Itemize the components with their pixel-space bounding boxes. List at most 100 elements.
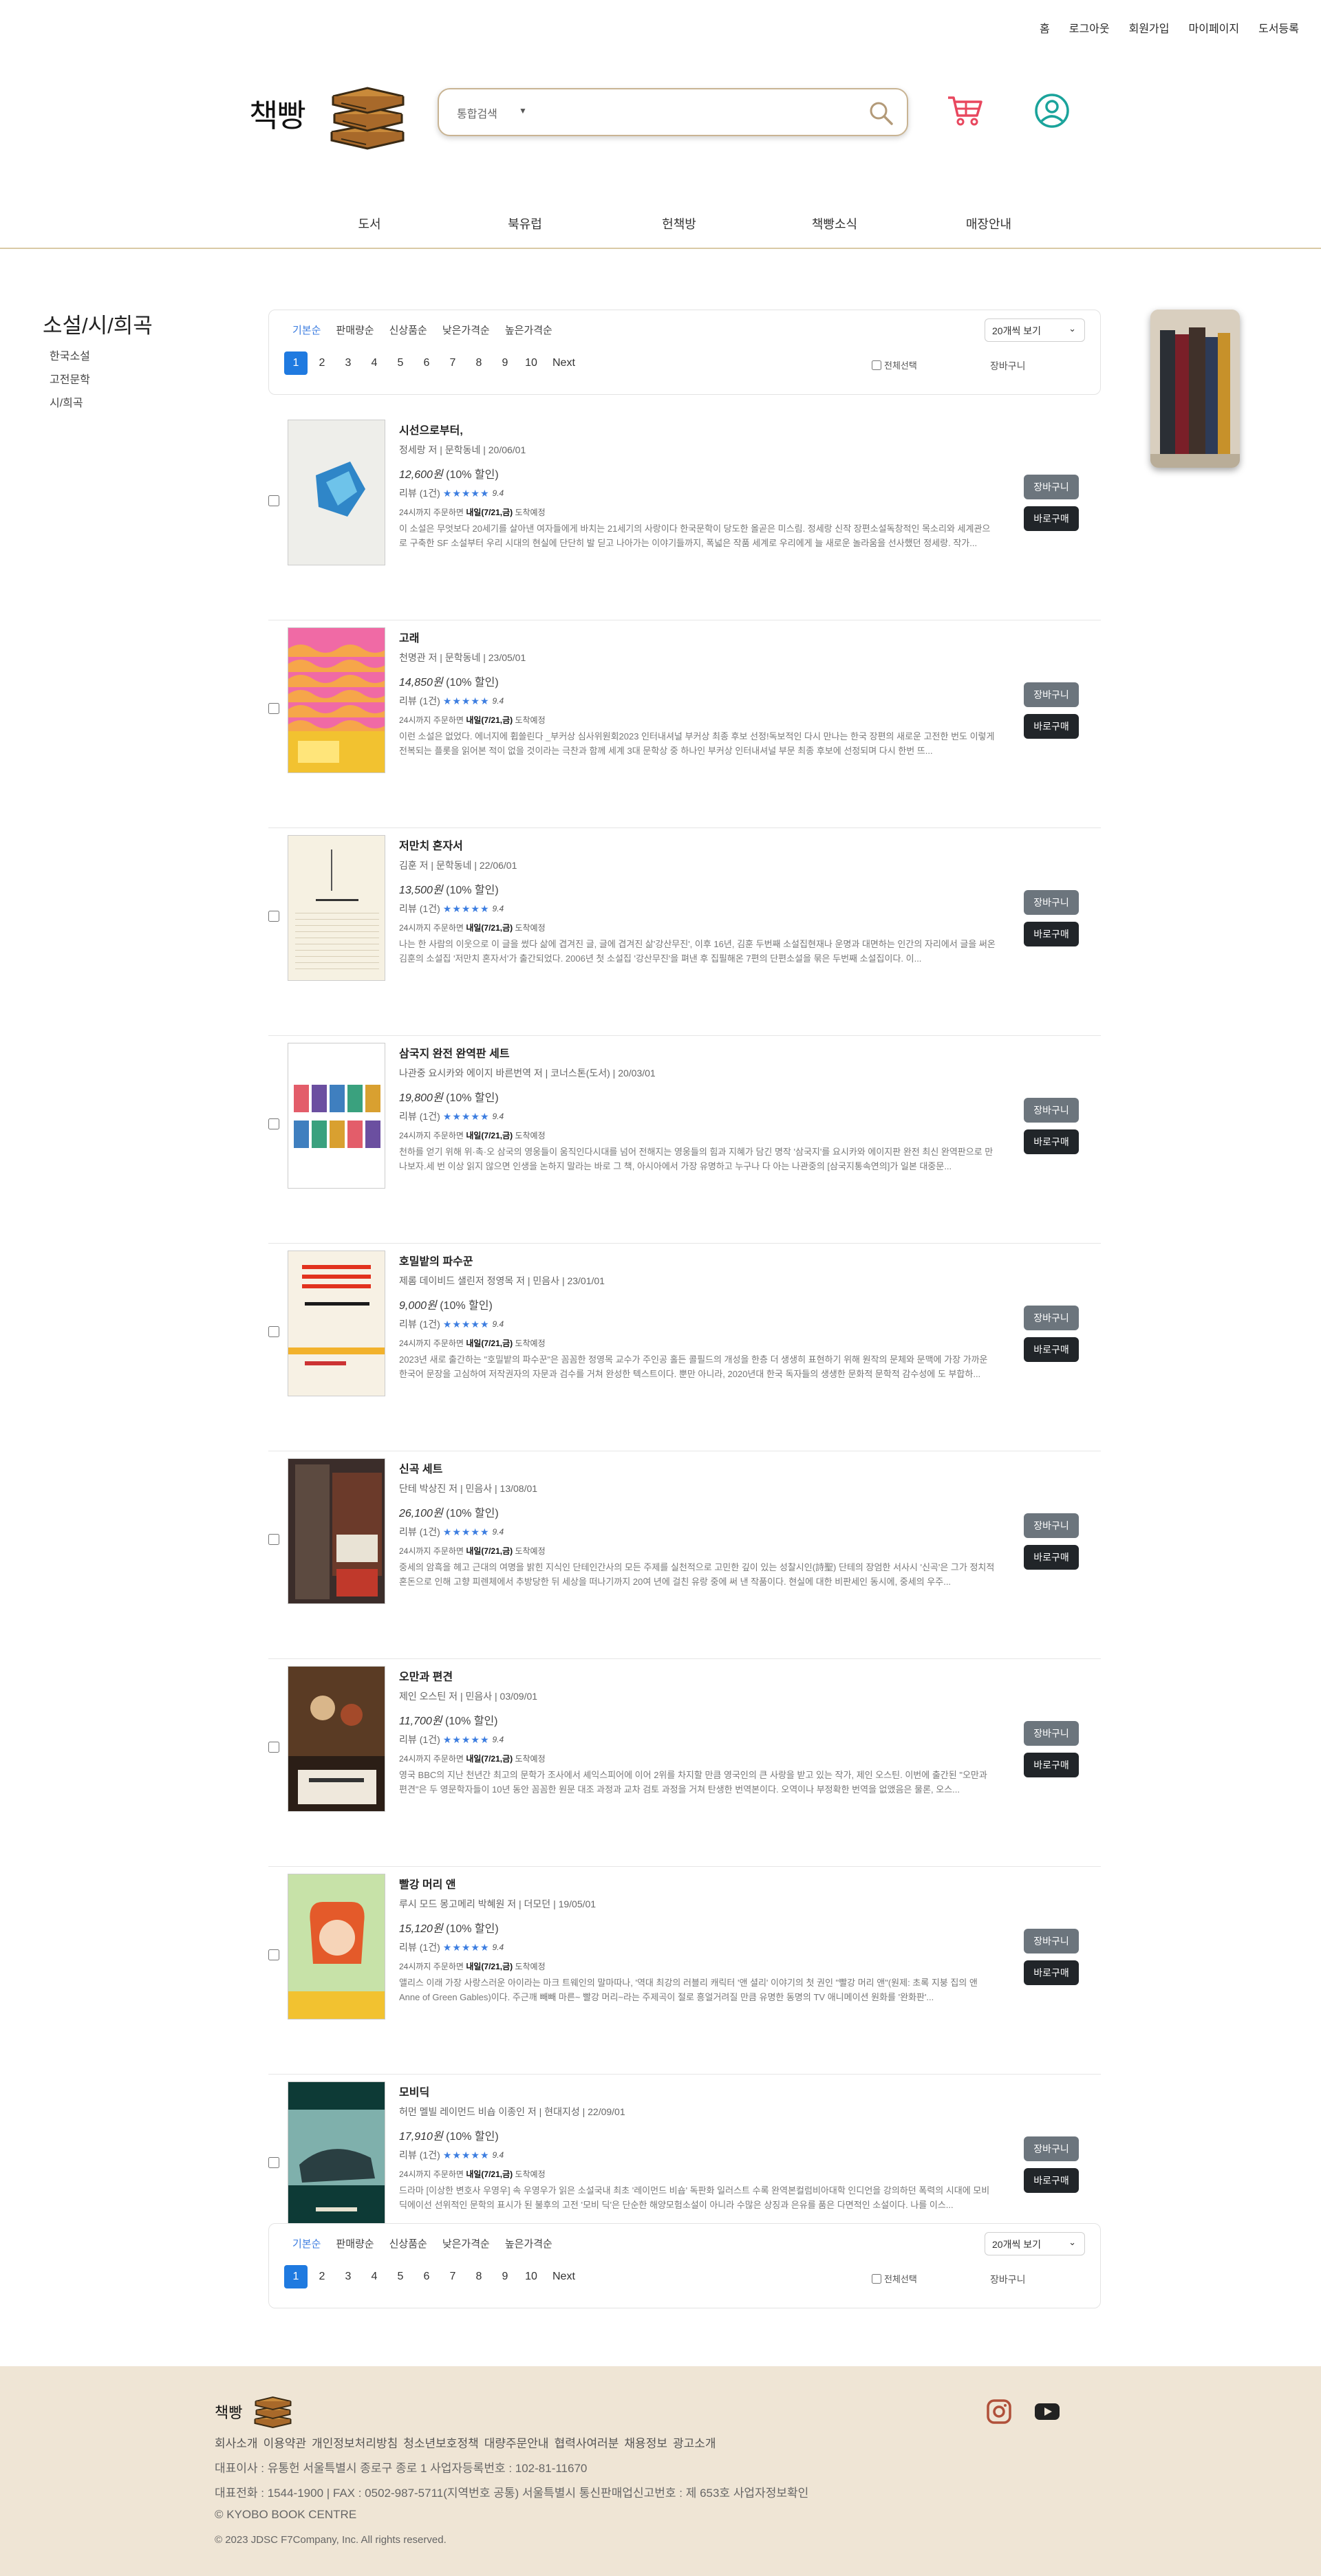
book-title[interactable]: 모비딕 (399, 2083, 429, 2099)
sort-option[interactable]: 신상품순 (389, 2236, 427, 2251)
page-link[interactable]: 5 (389, 351, 412, 375)
book-title[interactable]: 호밀밭의 파수꾼 (399, 1252, 473, 1268)
page-link[interactable]: 6 (415, 2265, 438, 2288)
page-link[interactable]: 8 (467, 351, 491, 375)
book-select-checkbox[interactable] (268, 2157, 279, 2168)
toolbar-cart-button[interactable]: 장바구니 (990, 359, 1026, 373)
page-link[interactable]: 10 (519, 2265, 543, 2288)
page-link[interactable]: 1 (284, 2265, 308, 2288)
book-review-summary[interactable]: 리뷰 (1건) ★★★★★ 9.4 (399, 694, 504, 708)
buy-now-button[interactable]: 바로구매 (1024, 506, 1079, 531)
search-category-select[interactable]: 통합검색 (457, 105, 497, 121)
add-to-cart-button[interactable]: 장바구니 (1024, 1929, 1079, 1953)
book-select-checkbox[interactable] (268, 1534, 279, 1545)
book-cover[interactable] (288, 627, 385, 773)
book-cover[interactable] (288, 1251, 385, 1396)
book-select-checkbox[interactable] (268, 495, 279, 506)
user-icon[interactable] (1033, 92, 1071, 129)
category-store-info[interactable]: 매장안내 (966, 215, 1011, 232)
book-title[interactable]: 신곡 세트 (399, 1460, 442, 1476)
page-link[interactable]: 4 (363, 2265, 386, 2288)
book-title[interactable]: 저만치 혼자서 (399, 836, 463, 853)
add-to-cart-button[interactable]: 장바구니 (1024, 890, 1079, 915)
add-to-cart-button[interactable]: 장바구니 (1024, 1721, 1079, 1746)
footer-link-company[interactable]: 회사소개 (215, 2434, 258, 2451)
cart-icon[interactable] (945, 91, 984, 129)
book-review-summary[interactable]: 리뷰 (1건) ★★★★★ 9.4 (399, 902, 504, 916)
chevron-down-icon[interactable]: ▼ (519, 106, 527, 116)
page-link[interactable]: 9 (493, 2265, 517, 2288)
toolbar-cart-button[interactable]: 장바구니 (990, 2273, 1026, 2286)
select-all-checkbox[interactable] (872, 360, 881, 370)
book-review-summary[interactable]: 리뷰 (1건) ★★★★★ 9.4 (399, 2148, 504, 2162)
instagram-icon[interactable] (985, 2398, 1013, 2425)
page-link[interactable]: 5 (389, 2265, 412, 2288)
buy-now-button[interactable]: 바로구매 (1024, 1129, 1079, 1154)
sidebar-item-korean-novel[interactable]: 한국소설 (50, 345, 90, 369)
add-to-cart-button[interactable]: 장바구니 (1024, 1306, 1079, 1330)
buy-now-button[interactable]: 바로구매 (1024, 922, 1079, 946)
next-page-link[interactable]: Next (546, 351, 582, 375)
search-icon[interactable] (867, 99, 894, 127)
sort-option[interactable]: 신상품순 (389, 323, 427, 337)
book-select-checkbox[interactable] (268, 703, 279, 714)
page-link[interactable]: 3 (336, 2265, 360, 2288)
page-link[interactable]: 10 (519, 351, 543, 375)
sort-option[interactable]: 낮은가격순 (442, 2236, 490, 2251)
add-to-cart-button[interactable]: 장바구니 (1024, 682, 1079, 707)
buy-now-button[interactable]: 바로구매 (1024, 1753, 1079, 1777)
book-cover[interactable] (288, 2081, 385, 2227)
search-input[interactable] (535, 100, 838, 125)
sort-option[interactable]: 판매량순 (336, 323, 374, 337)
book-review-summary[interactable]: 리뷰 (1건) ★★★★★ 9.4 (399, 1940, 504, 1954)
book-title[interactable]: 삼국지 완전 완역판 세트 (399, 1044, 510, 1061)
sidebar-item-poetry[interactable]: 시/희곡 (50, 392, 90, 415)
buy-now-button[interactable]: 바로구매 (1024, 1545, 1079, 1570)
category-news[interactable]: 책빵소식 (812, 215, 857, 232)
page-link[interactable]: 1 (284, 351, 308, 375)
footer-link-careers[interactable]: 채용정보 (624, 2434, 667, 2451)
sort-option[interactable]: 판매량순 (336, 2236, 374, 2251)
page-link[interactable]: 7 (441, 2265, 464, 2288)
page-link[interactable]: 2 (310, 2265, 334, 2288)
page-link[interactable]: 7 (441, 351, 464, 375)
nav-signup-link[interactable]: 회원가입 (1129, 19, 1170, 36)
book-cover[interactable] (288, 420, 385, 565)
book-select-checkbox[interactable] (268, 1326, 279, 1337)
add-to-cart-button[interactable]: 장바구니 (1024, 2136, 1079, 2161)
category-nordic[interactable]: 북유럽 (508, 215, 542, 232)
add-to-cart-button[interactable]: 장바구니 (1024, 1513, 1079, 1538)
add-to-cart-button[interactable]: 장바구니 (1024, 1098, 1079, 1123)
footer-link-partners[interactable]: 협력사여러분 (555, 2434, 619, 2451)
page-link[interactable]: 9 (493, 351, 517, 375)
footer-link-youth[interactable]: 청소년보호정책 (403, 2434, 478, 2451)
sort-option[interactable]: 높은가격순 (505, 323, 552, 337)
page-link[interactable]: 6 (415, 351, 438, 375)
select-all[interactable]: 전체선택 (872, 358, 917, 371)
buy-now-button[interactable]: 바로구매 (1024, 1337, 1079, 1362)
book-select-checkbox[interactable] (268, 911, 279, 922)
select-all[interactable]: 전체선택 (872, 2272, 917, 2285)
page-link[interactable]: 2 (310, 351, 334, 375)
book-review-summary[interactable]: 리뷰 (1건) ★★★★★ 9.4 (399, 1110, 504, 1123)
book-title[interactable]: 시선으로부터, (399, 421, 463, 437)
book-title[interactable]: 고래 (399, 629, 419, 645)
sort-option[interactable]: 낮은가격순 (442, 323, 490, 337)
book-review-summary[interactable]: 리뷰 (1건) ★★★★★ 9.4 (399, 1317, 504, 1331)
footer-link-terms[interactable]: 이용약관 (264, 2434, 307, 2451)
per-page-select[interactable]: 20개씩 보기 ⌄ (985, 318, 1085, 342)
book-select-checkbox[interactable] (268, 1742, 279, 1753)
nav-home-link[interactable]: 홈 (1040, 19, 1050, 36)
page-link[interactable]: 8 (467, 2265, 491, 2288)
footer-link-bulk-order[interactable]: 대량주문안내 (484, 2434, 549, 2451)
category-books[interactable]: 도서 (358, 215, 380, 232)
book-title[interactable]: 오만과 편견 (399, 1667, 453, 1684)
book-cover[interactable] (288, 1043, 385, 1189)
promo-banner[interactable] (1150, 310, 1240, 468)
per-page-select[interactable]: 20개씩 보기 ⌄ (985, 2232, 1085, 2255)
sort-option[interactable]: 높은가격순 (505, 2236, 552, 2251)
book-title[interactable]: 빨강 머리 앤 (399, 1875, 456, 1892)
book-review-summary[interactable]: 리뷰 (1건) ★★★★★ 9.4 (399, 1733, 504, 1746)
book-cover[interactable] (288, 835, 385, 981)
book-cover[interactable] (288, 1874, 385, 2020)
